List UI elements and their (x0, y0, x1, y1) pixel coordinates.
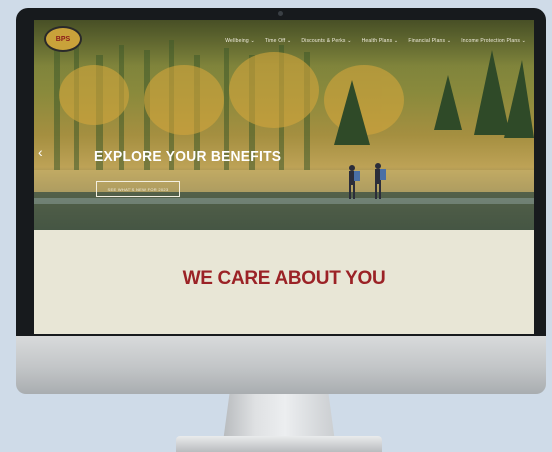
nav-item-health-plans[interactable]: Health Plans ⌄ (362, 38, 399, 44)
main-nav: Wellbeing ⌄ Time Off ⌄ Discounts & Perks… (225, 38, 526, 44)
brand-logo[interactable]: BPS (44, 26, 82, 52)
nav-item-income-protection-plans[interactable]: Income Protection Plans ⌄ (461, 38, 526, 44)
hero-title: EXPLORE YOUR BENEFITS (94, 148, 282, 165)
camera-dot (278, 11, 283, 16)
screen: BPS Wellbeing ⌄ Time Off ⌄ Discounts & P… (34, 20, 534, 334)
hero-banner: BPS Wellbeing ⌄ Time Off ⌄ Discounts & P… (34, 20, 534, 230)
monitor-stand (223, 394, 335, 438)
nav-item-discounts-perks[interactable]: Discounts & Perks ⌄ (301, 38, 351, 44)
monitor-bezel: BPS Wellbeing ⌄ Time Off ⌄ Discounts & P… (16, 8, 546, 336)
whats-new-button[interactable]: SEE WHAT'S NEW FOR 2023 (96, 181, 180, 197)
nav-item-time-off[interactable]: Time Off ⌄ (265, 38, 291, 44)
nav-item-wellbeing[interactable]: Wellbeing ⌄ (225, 38, 255, 44)
section-title: WE CARE ABOUT YOU (182, 268, 386, 289)
monitor-chin (16, 336, 546, 394)
carousel-prev-icon[interactable]: ‹ (38, 144, 43, 160)
forest-illustration (34, 40, 534, 230)
monitor-base (176, 436, 382, 452)
nav-item-financial-plans[interactable]: Financial Plans ⌄ (408, 38, 451, 44)
hikers-illustration (349, 163, 386, 199)
care-section: WE CARE ABOUT YOU (34, 230, 534, 334)
